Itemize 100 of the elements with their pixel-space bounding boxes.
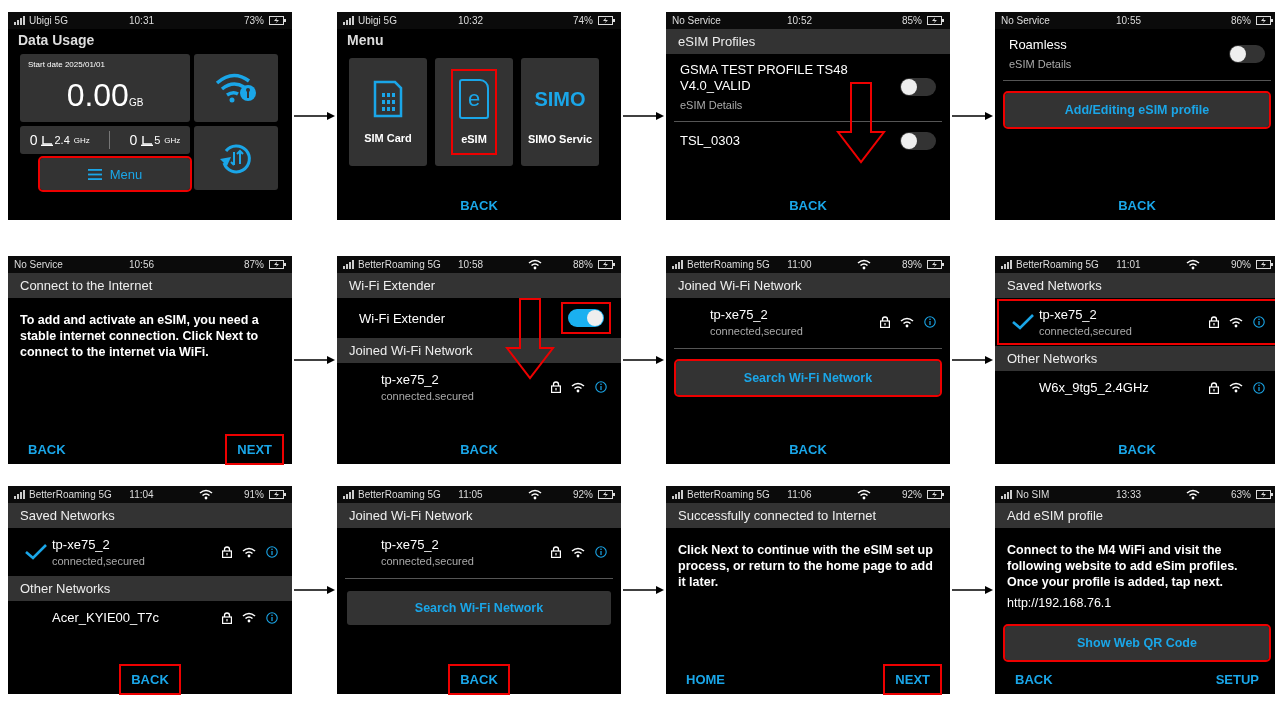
section-header: Saved Networks — [995, 273, 1275, 298]
instruction-text: Connect to the M4 WiFi and visit the following website to add eSim profiles. Once your profile is added, tap next. — [1006, 542, 1239, 591]
battery-icon — [598, 490, 615, 499]
menu-tile[interactable]: SIM Card — [349, 58, 427, 166]
carrier-name: Ubigi 5G — [358, 15, 397, 26]
footer-button[interactable]: BACK — [1005, 665, 1063, 693]
info-icon — [266, 611, 278, 624]
profile-details-link[interactable]: eSIM Details — [680, 99, 892, 111]
toggle-switch[interactable] — [900, 77, 936, 96]
profile-details-link[interactable]: eSIM Details — [1009, 58, 1221, 70]
info-icon — [595, 546, 607, 558]
carrier-name: BetterRoaming 5G — [687, 489, 770, 500]
carrier-name: No Service — [672, 15, 721, 26]
footer-button[interactable]: BACK — [1108, 191, 1166, 219]
footer-button[interactable]: BACK — [1108, 435, 1166, 463]
battery-icon — [269, 16, 286, 25]
menu-tile[interactable]: e eSIM — [435, 58, 513, 166]
footer-button[interactable]: NEXT — [227, 435, 282, 463]
battery-percent: 89% — [902, 259, 922, 270]
wifi-icon — [1229, 382, 1243, 393]
action-button[interactable]: Search Wi-Fi Network — [676, 361, 940, 395]
network-status: connected.secured — [381, 390, 475, 402]
network-name: tp-xe75_2 — [52, 537, 111, 552]
network-name: tp-xe75_2 — [1039, 307, 1098, 322]
tile-label: SIMO Servic — [527, 133, 593, 145]
footer-button[interactable]: BACK — [450, 665, 508, 693]
carrier-name: BetterRoaming 5G — [1016, 259, 1099, 270]
section-header: Add eSIM profile — [995, 503, 1275, 528]
network-name: tp-xe75_2 — [381, 372, 440, 387]
network-row[interactable]: tp-xe75_2 connected,secured — [999, 301, 1275, 343]
network-name: W6x_9tg5_2.4GHz — [1039, 380, 1150, 395]
info-icon — [924, 316, 936, 328]
client-count: 0 — [29, 132, 38, 148]
network-status: connected,secured — [381, 555, 475, 567]
toggle-switch[interactable] — [1229, 44, 1265, 63]
simo-logo: SIMO — [534, 87, 586, 112]
clock-time: 11:05 — [457, 489, 484, 500]
network-name: tp-xe75_2 — [710, 307, 769, 322]
flow-arrow — [292, 111, 337, 121]
section-header: Joined Wi-Fi Network — [337, 503, 621, 528]
network-row[interactable]: tp-xe75_2 connected.secured — [341, 366, 617, 408]
battery-icon — [1256, 490, 1273, 499]
esim-icon: e — [459, 79, 489, 119]
flow-arrow — [292, 585, 337, 595]
network-row[interactable]: tp-xe75_2 connected,secured — [341, 531, 617, 573]
battery-icon — [927, 490, 944, 499]
network-row[interactable]: W6x_9tg5_2.4GHz — [999, 374, 1275, 401]
network-status: connected,secured — [710, 325, 804, 337]
battery-icon — [598, 260, 615, 269]
footer-button[interactable]: BACK — [779, 191, 837, 219]
footer-button[interactable]: BACK — [18, 435, 76, 463]
footer-button[interactable]: SETUP — [1205, 665, 1269, 693]
battery-percent: 90% — [1231, 259, 1251, 270]
footer-button[interactable]: BACK — [450, 191, 508, 219]
footer-button[interactable]: BACK — [779, 435, 837, 463]
carrier-name: No Service — [14, 259, 63, 270]
lock-icon — [551, 546, 561, 558]
section-header: Other Networks — [8, 576, 292, 601]
wifi-key-icon — [214, 71, 258, 105]
battery-percent: 92% — [573, 489, 593, 500]
menu-tile[interactable]: SIMO SIMO Servic — [521, 58, 599, 166]
sync-tile[interactable] — [194, 126, 278, 190]
flow-arrow — [621, 585, 666, 595]
battery-icon — [598, 16, 615, 25]
clock-time: 10:56 — [128, 259, 155, 270]
battery-percent: 87% — [244, 259, 264, 270]
profile-name: TSL_0303 — [680, 133, 741, 149]
carrier-name: No Service — [1001, 15, 1050, 26]
clock-time: 10:31 — [128, 15, 155, 26]
action-button[interactable]: Search Wi-Fi Network — [347, 591, 611, 625]
battery-icon — [269, 490, 286, 499]
section-header: Saved Networks — [8, 503, 292, 528]
menu-button[interactable]: Menu — [40, 158, 190, 190]
toggle-switch[interactable] — [900, 132, 936, 150]
wifi-tile[interactable] — [194, 54, 278, 122]
band-unit: GHz — [73, 135, 90, 145]
network-row[interactable]: tp-xe75_2 connected,secured — [12, 531, 288, 573]
network-name: tp-xe75_2 — [381, 537, 440, 552]
lock-icon — [1209, 381, 1219, 394]
instruction-text: Click Next to continue with the eSIM set up process, or return to the home page to add it later. — [677, 542, 934, 591]
battery-percent: 74% — [573, 15, 593, 26]
network-row[interactable]: tp-xe75_2 connected,secured — [670, 301, 946, 343]
footer-button[interactable]: NEXT — [885, 665, 940, 693]
lock-icon — [1209, 316, 1219, 328]
clock-time: 11:06 — [786, 489, 813, 500]
history-icon — [218, 141, 254, 175]
action-button[interactable]: Add/Editing eSIM profile — [1005, 93, 1269, 127]
wifi-icon — [1229, 316, 1243, 328]
laptop-icon — [141, 134, 154, 146]
info-icon — [266, 546, 278, 558]
footer-button[interactable]: HOME — [676, 665, 735, 693]
footer-button[interactable]: BACK — [450, 435, 508, 463]
carrier-name: BetterRoaming 5G — [358, 259, 441, 270]
info-icon — [595, 381, 607, 393]
network-row[interactable]: Acer_KYIE00_T7c — [12, 604, 288, 631]
action-button[interactable]: Show Web QR Code — [1005, 626, 1269, 660]
toggle-switch[interactable] — [568, 309, 604, 327]
network-status: connected,secured — [52, 555, 146, 567]
footer-button[interactable]: BACK — [121, 665, 179, 693]
wifi-icon — [242, 546, 256, 558]
